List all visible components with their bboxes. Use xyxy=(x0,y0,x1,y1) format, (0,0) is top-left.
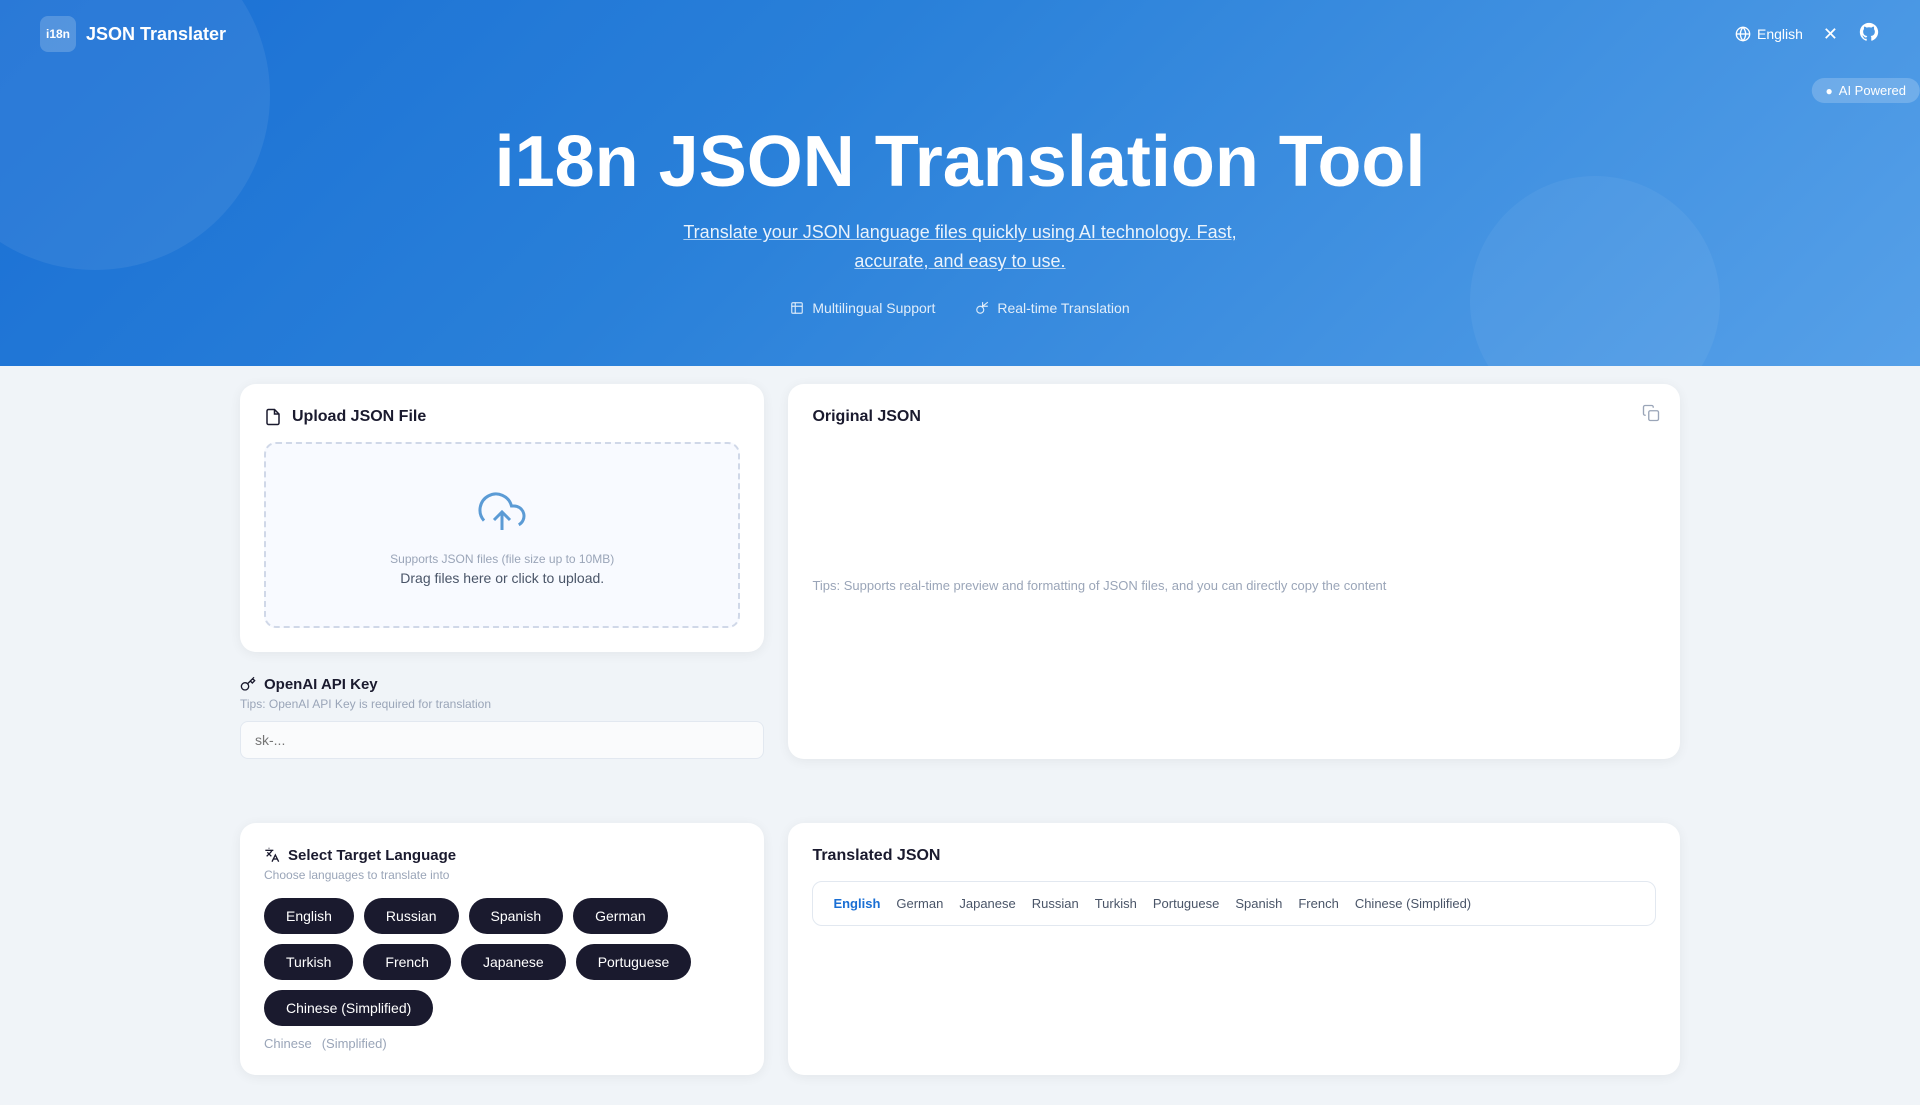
translated-tab-french[interactable]: French xyxy=(1294,894,1342,913)
feature-realtime: Real-time Translation xyxy=(975,300,1129,316)
api-key-input[interactable] xyxy=(240,721,764,759)
translated-tab-russian[interactable]: Russian xyxy=(1028,894,1083,913)
logo-text: JSON Translater xyxy=(86,24,226,45)
target-lang-title: Select Target Language xyxy=(264,847,740,864)
translated-json-title: Translated JSON xyxy=(812,847,1656,865)
upload-card-header: Upload JSON File xyxy=(264,408,740,426)
hero-features: Multilingual Support Real-time Translati… xyxy=(0,300,1920,316)
translated-tab-turkish[interactable]: Turkish xyxy=(1091,894,1141,913)
target-lang-subtitle: Choose languages to translate into xyxy=(264,868,740,882)
translated-tab-portuguese[interactable]: Portuguese xyxy=(1149,894,1224,913)
translated-tab-japanese[interactable]: Japanese xyxy=(955,894,1019,913)
upload-hint: Supports JSON files (file size up to 10M… xyxy=(286,552,718,566)
lang-btn-french[interactable]: French xyxy=(363,944,451,980)
target-language-card: Select Target Language Choose languages … xyxy=(240,823,764,1075)
original-json-tips: Tips: Supports real-time preview and for… xyxy=(812,578,1656,593)
file-icon xyxy=(264,408,282,426)
page-title: i18n JSON Translation Tool xyxy=(0,123,1920,202)
upload-drag-text: Drag files here or click to upload. xyxy=(286,570,718,586)
lang-btn-english[interactable]: English xyxy=(264,898,354,934)
lang-btn-japanese[interactable]: Japanese xyxy=(461,944,566,980)
copy-button[interactable] xyxy=(1642,404,1660,427)
current-lang-label: English xyxy=(1757,26,1803,42)
upload-icon xyxy=(474,484,530,540)
close-icon[interactable]: ✕ xyxy=(1823,24,1838,45)
logo: i18n JSON Translater xyxy=(40,16,226,52)
translate-icon xyxy=(264,847,280,863)
upload-dropzone[interactable]: Supports JSON files (file size up to 10M… xyxy=(264,442,740,628)
original-json-title: Original JSON xyxy=(812,408,1656,426)
feature-multilingual: Multilingual Support xyxy=(790,300,935,316)
translated-tab-chinese-(simplified)[interactable]: Chinese (Simplified) xyxy=(1351,894,1475,913)
openai-tip: Tips: OpenAI API Key is required for tra… xyxy=(240,697,764,711)
topbar-right: English ✕ xyxy=(1735,21,1880,48)
lang-btn-german[interactable]: German xyxy=(573,898,668,934)
language-toggle[interactable]: English xyxy=(1735,26,1803,42)
github-icon[interactable] xyxy=(1858,21,1880,48)
lang-btn-turkish[interactable]: Turkish xyxy=(264,944,353,980)
translated-tab-spanish[interactable]: Spanish xyxy=(1231,894,1286,913)
openai-title: OpenAI API Key xyxy=(240,676,764,693)
translated-tab-english[interactable]: English xyxy=(829,894,884,913)
openai-key-section: OpenAI API Key Tips: OpenAI API Key is r… xyxy=(240,676,764,759)
lang-btn-chinese-(simplified)[interactable]: Chinese (Simplified) xyxy=(264,990,433,1026)
lang-btn-spanish[interactable]: Spanish xyxy=(469,898,564,934)
lang-btn-russian[interactable]: Russian xyxy=(364,898,459,934)
translated-json-card: Translated JSON English German Japanese Rus… xyxy=(788,823,1680,1075)
upload-title: Upload JSON File xyxy=(292,408,426,426)
logo-icon: i18n xyxy=(40,16,76,52)
hero-subtitle: Translate your JSON language files quick… xyxy=(0,218,1920,276)
ai-badge: ● AI Powered xyxy=(1812,78,1920,103)
key-icon xyxy=(240,676,256,692)
more-langs: Chinese (Simplified) xyxy=(264,1036,740,1051)
translated-lang-tabs: English German Japanese Russian Turkish Portu… xyxy=(812,881,1656,926)
original-json-card: Original JSON Tips: Supports real-time p… xyxy=(788,384,1680,759)
translated-tab-german[interactable]: German xyxy=(892,894,947,913)
lang-btn-portuguese[interactable]: Portuguese xyxy=(576,944,692,980)
language-buttons: English Russian SpanishGerman Turkish French… xyxy=(264,898,740,1026)
upload-card: Upload JSON File Supports JSON files (fi… xyxy=(240,384,764,652)
